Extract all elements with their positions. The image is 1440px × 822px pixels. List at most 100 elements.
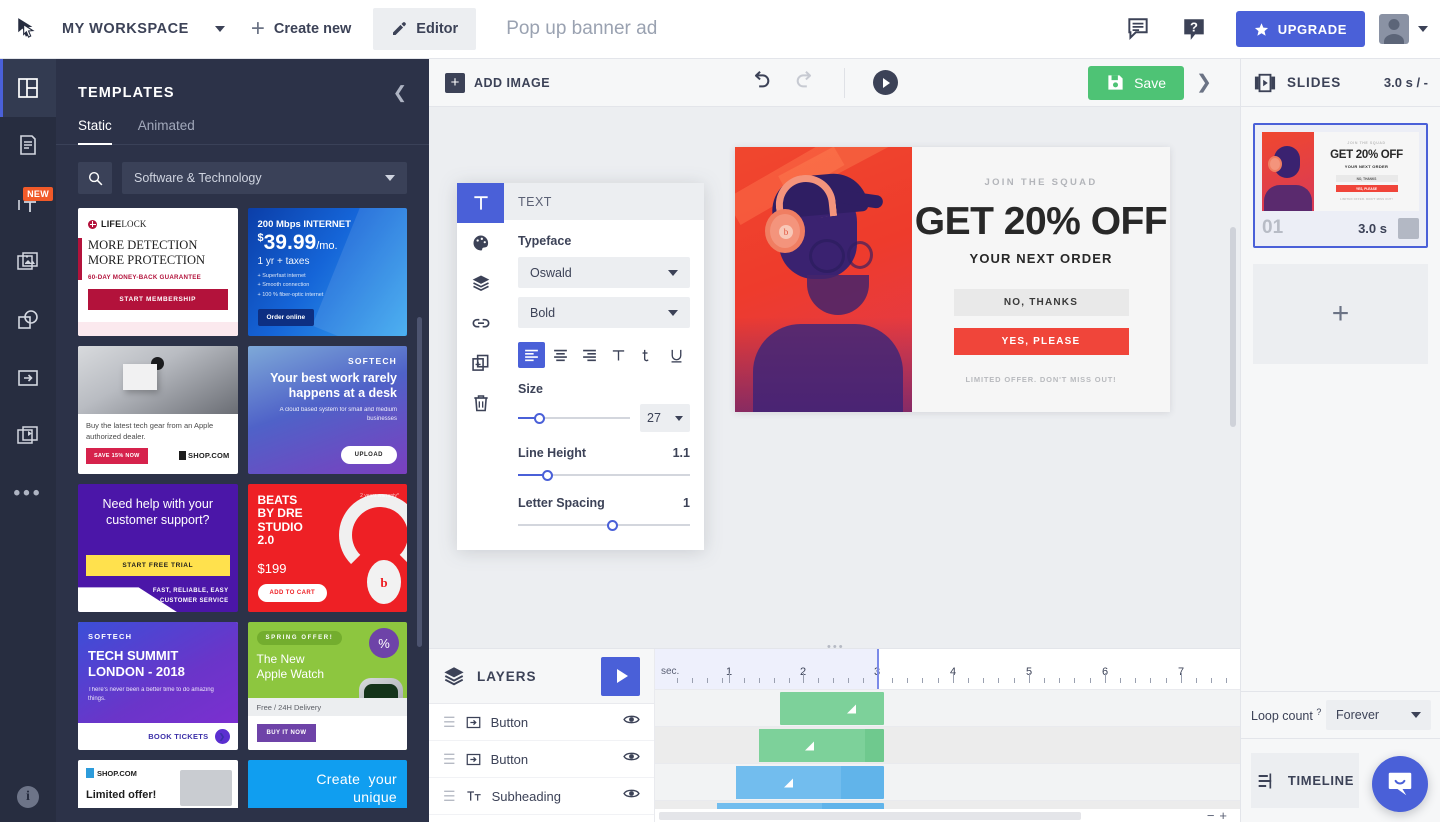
- search-button[interactable]: [78, 162, 112, 194]
- timeline-clip[interactable]: [780, 692, 884, 725]
- chat-support-button[interactable]: [1372, 756, 1428, 812]
- artboard-headline[interactable]: GET 20% OFF: [915, 202, 1168, 241]
- user-menu[interactable]: [1379, 14, 1428, 44]
- visibility-toggle[interactable]: [623, 785, 640, 807]
- typeface-select[interactable]: Oswald: [518, 257, 690, 288]
- drag-handle-icon[interactable]: ☰: [443, 752, 456, 766]
- timeline-zoom-controls[interactable]: −+: [1207, 808, 1232, 822]
- visibility-toggle[interactable]: [623, 748, 640, 770]
- rail-item-text[interactable]: NEW: [0, 175, 56, 233]
- track-row[interactable]: [655, 690, 1240, 727]
- undo-button[interactable]: [750, 69, 772, 96]
- template-card[interactable]: SOFTECH Your best work rarely happens at…: [247, 346, 407, 474]
- add-image-button[interactable]: + ADD IMAGE: [445, 72, 550, 93]
- artboard-photo[interactable]: b: [735, 147, 912, 412]
- track-row[interactable]: [655, 727, 1240, 764]
- template-card[interactable]: Create your unique: [247, 760, 407, 808]
- timeline-clip[interactable]: [736, 766, 884, 799]
- size-value-select[interactable]: 27: [640, 404, 690, 432]
- category-select[interactable]: Software & Technology: [122, 162, 407, 194]
- upgrade-button[interactable]: UPGRADE: [1235, 11, 1365, 47]
- popover-tab-layers[interactable]: [457, 263, 504, 303]
- user-chevron-down-icon[interactable]: [1418, 26, 1428, 32]
- template-card[interactable]: 200 Mbps INTERNET $39.99/mo. 1 yr + taxe…: [247, 208, 407, 336]
- template-card[interactable]: Buy the latest tech gear from an Apple a…: [78, 346, 238, 474]
- rail-item-content[interactable]: [0, 117, 56, 175]
- workspace-name[interactable]: MY WORKSPACE: [62, 21, 189, 37]
- template-card[interactable]: 2 years warranty* BEATSBY DRE STUDIO2.0 …: [247, 484, 407, 612]
- popover-tab-delete[interactable]: [457, 383, 504, 423]
- save-button[interactable]: Save: [1088, 65, 1184, 100]
- align-center-button[interactable]: [547, 342, 574, 368]
- uppercase-button[interactable]: [605, 342, 632, 368]
- underline-button[interactable]: [663, 342, 690, 368]
- line-height-slider[interactable]: [518, 468, 690, 482]
- templates-scrollbar[interactable]: [417, 317, 422, 647]
- tab-editor[interactable]: Editor: [373, 8, 477, 50]
- align-left-button[interactable]: [518, 342, 545, 368]
- template-warranty: 2 years warranty*: [360, 493, 399, 499]
- timeline-ruler[interactable]: sec. 1 2 3 4 5 6 7: [655, 649, 1240, 689]
- popover-tab-style[interactable]: [457, 223, 504, 263]
- rail-item-slides[interactable]: [0, 407, 56, 465]
- timeline-horizontal-scrollbar[interactable]: [659, 812, 1081, 820]
- popover-tab-duplicate[interactable]: [457, 343, 504, 383]
- rail-item-layouts[interactable]: [0, 59, 56, 117]
- template-card[interactable]: SOFTECH TECH SUMMIT LONDON - 2018 There's…: [78, 622, 238, 750]
- tab-static[interactable]: Static: [78, 118, 112, 145]
- layer-name: Button: [490, 714, 529, 730]
- artboard-footer[interactable]: LIMITED OFFER. DON'T MISS OUT!: [965, 375, 1116, 384]
- artboard-eyebrow[interactable]: JOIN THE SQUAD: [985, 177, 1098, 188]
- timeline-play-button[interactable]: [601, 656, 640, 696]
- timeline-clip[interactable]: [759, 729, 884, 762]
- artboard-button-secondary[interactable]: NO, THANKS: [953, 289, 1129, 316]
- template-card[interactable]: % SPRING OFFER! The New Apple Watch Free …: [247, 622, 407, 750]
- canvas-stage[interactable]: TEXT Typeface Oswald Bold Size 27 Line H…: [429, 107, 1440, 696]
- template-card[interactable]: Need help with your customer support? ST…: [78, 484, 238, 612]
- document-title-input[interactable]: [506, 18, 927, 40]
- popover-tab-text[interactable]: [457, 183, 504, 223]
- artboard[interactable]: b JOIN THE SQUAD GET 20% OFF YOUR NEXT O…: [735, 147, 1170, 412]
- help-button[interactable]: ?: [1166, 0, 1222, 58]
- rail-item-shapes[interactable]: [0, 291, 56, 349]
- artboard-subheading[interactable]: YOUR NEXT ORDER: [970, 251, 1113, 266]
- redo-button[interactable]: [794, 69, 816, 96]
- artboard-button-primary[interactable]: YES, PLEASE: [953, 328, 1129, 355]
- tab-animated[interactable]: Animated: [138, 118, 195, 145]
- template-card[interactable]: LIFELOCK MORE DETECTION MORE PROTECTION 6…: [78, 208, 238, 336]
- comments-button[interactable]: [1110, 0, 1166, 58]
- rail-item-buttons[interactable]: [0, 349, 56, 407]
- rail-item-images[interactable]: [0, 233, 56, 291]
- drag-handle-icon[interactable]: ☰: [443, 715, 456, 729]
- workspace-chevron-down-icon[interactable]: [214, 26, 225, 32]
- letter-spacing-slider[interactable]: [518, 518, 690, 532]
- track-row[interactable]: [655, 764, 1240, 801]
- template-card[interactable]: SHOP.COM Limited offer!: [78, 760, 238, 808]
- loop-count-select[interactable]: Forever: [1326, 700, 1431, 730]
- collapse-panel-chevron-left-icon[interactable]: ❮: [393, 83, 407, 103]
- rail-item-more[interactable]: •••: [0, 465, 56, 523]
- align-right-button[interactable]: [576, 342, 603, 368]
- expand-panel-chevron-right-icon[interactable]: ❯: [1184, 71, 1224, 94]
- font-weight-select[interactable]: Bold: [518, 297, 690, 328]
- layer-row[interactable]: ☰ Button: [429, 741, 654, 778]
- create-new-button[interactable]: + Create new: [251, 0, 351, 58]
- visibility-toggle[interactable]: [623, 711, 640, 733]
- slide-options-button[interactable]: [1398, 217, 1419, 239]
- add-slide-button[interactable]: +: [1253, 264, 1428, 364]
- app-logo[interactable]: [0, 0, 56, 58]
- timeline-toggle-button[interactable]: TIMELINE: [1251, 753, 1359, 808]
- layer-row[interactable]: ☰ Heading: [429, 815, 654, 822]
- popover-tab-link[interactable]: [457, 303, 504, 343]
- canvas-vertical-scrollbar[interactable]: [1230, 227, 1236, 427]
- layer-row[interactable]: ☰ Subheading: [429, 778, 654, 815]
- layer-row[interactable]: ☰ Button: [429, 704, 654, 741]
- lowercase-button[interactable]: [634, 342, 661, 368]
- slide-item[interactable]: JOIN THE SQUAD GET 20% OFF YOUR NEXT ORD…: [1253, 123, 1428, 248]
- drag-handle-icon[interactable]: ☰: [443, 789, 456, 803]
- slide-duration[interactable]: 3.0 s: [1358, 221, 1387, 236]
- size-slider[interactable]: [518, 411, 630, 425]
- info-icon[interactable]: i: [17, 786, 39, 808]
- preview-button[interactable]: [873, 70, 899, 95]
- toolbar-divider: [844, 67, 846, 98]
